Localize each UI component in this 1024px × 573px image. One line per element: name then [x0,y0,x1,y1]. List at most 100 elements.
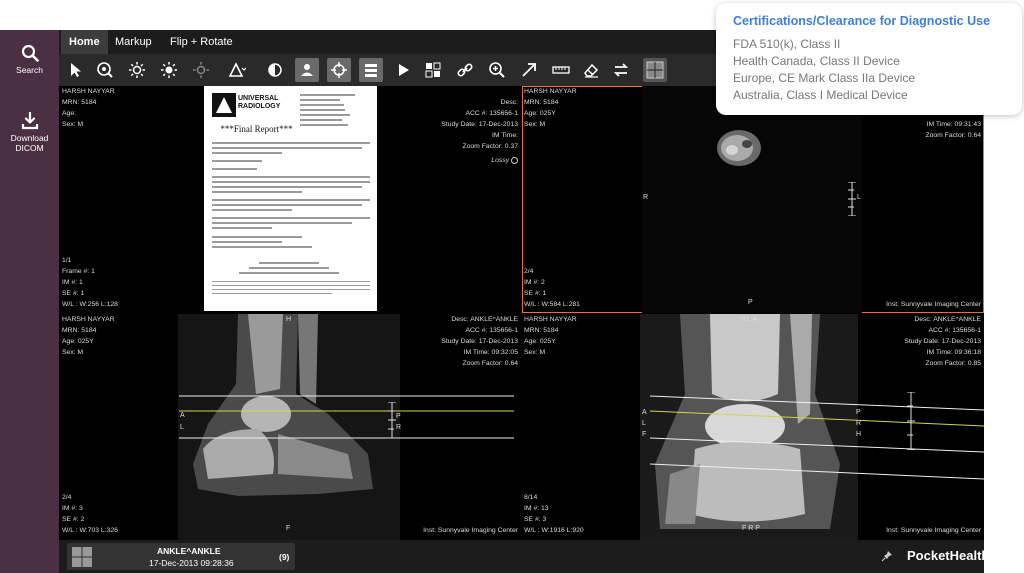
tab-home[interactable]: Home [61,30,108,54]
zoom-factor: Zoom Factor: 0.85 [925,360,981,367]
zoom-pan-icon [97,62,113,78]
study-desc: Desc: [500,99,518,106]
cert-item-australia: Australia, Class I Medical Device [733,88,908,102]
orient-anterior: A [180,412,185,419]
eraser-icon [584,63,599,78]
accession-number: ACC #: 135656-1 [465,110,518,117]
window-level: W/L : W:584 L:281 [524,301,580,308]
orient-foot: F [286,525,291,532]
brightness-plus-icon [161,62,177,78]
shape-icon [228,62,246,77]
pin-icon[interactable] [881,550,893,562]
user-pin-tool[interactable] [295,58,319,82]
frame-index: 2/4 [524,268,534,275]
play-tool[interactable] [391,58,415,82]
brightness-plus-tool[interactable] [157,58,181,82]
zoom-factor: Zoom Factor: 0.64 [925,132,981,139]
eraser-tool[interactable] [579,58,603,82]
patient-age: Age: 025Y [524,110,556,117]
window-level: W/L : W:1916 L:920 [524,527,584,534]
orient-posterior: P [856,409,861,416]
zoom-factor: Zoom Factor: 0.37 [462,143,518,150]
left-sidebar: Search Download DICOM [0,30,59,573]
bottom-bar: ANKLE^ANKLE 17-Dec-2013 09:28:36 (9) Poc… [59,540,989,573]
viewport-bottom-right[interactable]: H L A A L F P R H F R P HARSH NAYYAR MRN… [522,314,984,540]
arrow-tool[interactable] [517,58,541,82]
institution: Inst: Sunnyvale Imaging Center [886,527,981,534]
orient-posterior: P [748,299,753,306]
link-tool[interactable] [453,58,477,82]
tab-flip-rotate[interactable]: Flip + Rotate [162,30,241,54]
report-logo-line2: RADIOLOGY [238,103,281,110]
patient-sex: Sex: M [62,121,84,128]
grid-layout-icon [646,61,664,79]
report-title: ***Final Report*** [220,124,293,134]
pointer-tool[interactable] [63,58,87,82]
tab-markup[interactable]: Markup [107,30,160,54]
play-icon [399,64,409,76]
scale-ruler [907,392,915,450]
shape-tool[interactable] [225,58,249,82]
institution: Inst: Sunnyvale Imaging Center [423,527,518,534]
brightness-minus-tool[interactable] [189,58,213,82]
ruler-icon [552,66,570,74]
series-date: 17-Dec-2013 09:28:36 [149,558,234,568]
lossy-label: Lossy [491,157,510,164]
patient-sex: Sex: M [524,121,546,128]
zoom-pan-tool[interactable] [93,58,117,82]
download-dicom-button[interactable]: Download DICOM [0,112,59,153]
viewport-top-left[interactable]: UNIVERSAL RADIOLOGY ***Final Report*** H… [59,86,521,313]
patient-age: Age: 025Y [62,338,94,345]
image-time: IM Time: 09:32:05 [463,349,518,356]
image-number: IM #: 1 [62,279,83,286]
brightness-tool[interactable] [125,58,149,82]
crosshair-tool[interactable] [327,58,351,82]
orient-right: R [643,194,649,201]
cert-item-health-canada: Health Canada, Class II Device [733,54,900,68]
image-time: IM Time: [491,132,518,139]
orient-head: H [856,431,862,438]
info-icon[interactable] [511,156,518,164]
orient-posterior: P [396,413,401,420]
viewport-bottom-left[interactable]: H A L P R F HARSH NAYYAR MRN: 5184 Age: … [59,314,521,540]
certifications-title: Certifications/Clearance for Diagnostic … [733,14,991,28]
orient-left: L [642,420,646,427]
zoom-factor: Zoom Factor: 0.64 [462,360,518,367]
patient-name: HARSH NAYYAR [524,316,577,323]
orient-anterior: A [642,409,647,416]
contrast-icon [268,63,282,77]
contrast-tool[interactable] [263,58,287,82]
crosshair-icon [331,62,347,78]
patient-mrn: MRN: 5184 [62,99,97,106]
user-pin-icon [301,64,313,76]
swap-tool[interactable] [609,58,633,82]
layout-tool[interactable] [421,58,445,82]
ruler-tool[interactable] [549,58,573,82]
axial-ankle-image [642,86,862,313]
series-title: ANKLE^ANKLE [157,546,221,556]
brightness-minus-icon [193,62,209,78]
institution: Inst: Sunnyvale Imaging Center [886,301,981,308]
image-number: IM #: 2 [524,279,545,286]
slice-stack-tool[interactable] [359,58,383,82]
orient-top: H L A [740,316,757,323]
patient-name: HARSH NAYYAR [62,88,115,95]
grid-layout-tool[interactable] [643,58,667,82]
magnify-icon [489,62,505,78]
magnify-tool[interactable] [485,58,509,82]
orient-right: R [856,420,862,427]
download-label-line1: Download [10,133,49,143]
series-thumbnail-card[interactable]: ANKLE^ANKLE 17-Dec-2013 09:28:36 (9) [67,543,295,570]
study-desc: Desc: ANKLE^ANKLE [451,316,518,323]
search-button[interactable]: Search [0,44,59,75]
arrow-icon [522,63,536,77]
viewport-top-right[interactable]: R L P HARSH NAYYAR MRN: 5184 Age: 025Y S… [522,86,984,313]
series-number: SE #: 2 [62,516,85,523]
patient-mrn: MRN: 5184 [524,99,559,106]
orient-bottom: F R P [742,525,760,532]
report-logo-line1: UNIVERSAL [238,95,279,102]
search-label: Search [16,65,43,75]
image-viewer[interactable]: UNIVERSAL RADIOLOGY ***Final Report*** H… [59,86,984,540]
pointer-icon [71,63,81,77]
app-window: Search Download DICOM Home Markup Flip +… [0,0,1024,573]
